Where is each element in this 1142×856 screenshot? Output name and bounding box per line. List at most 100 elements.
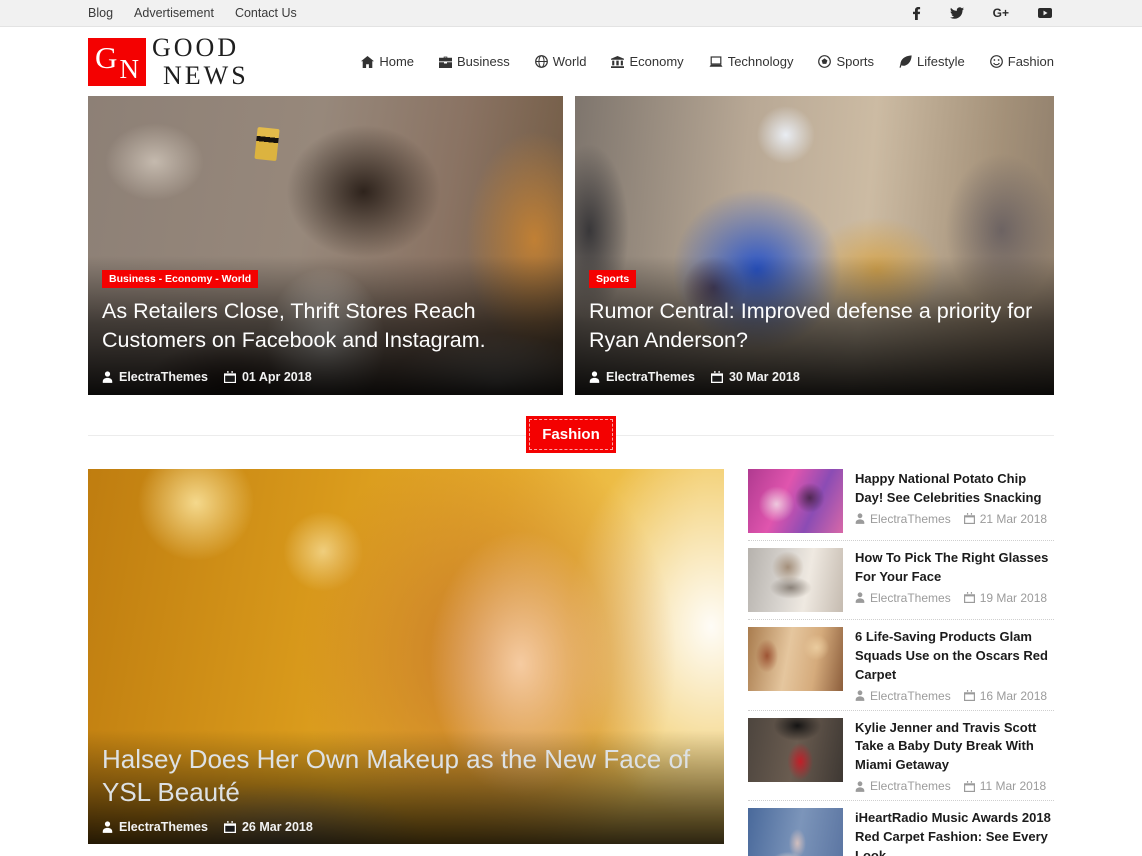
author-icon xyxy=(102,821,113,833)
author-name: ElectraThemes xyxy=(119,370,208,384)
sidebar-article-potato-chip: Happy National Potato Chip Day! See Cele… xyxy=(748,469,1054,541)
author-name: ElectraThemes xyxy=(119,820,208,834)
fashion-sidebar: Happy National Potato Chip Day! See Cele… xyxy=(748,469,1054,856)
laptop-icon xyxy=(709,56,723,68)
featured-overlay: Sports Rumor Central: Improved defense a… xyxy=(575,256,1054,395)
publish-date: 11 Mar 2018 xyxy=(980,779,1047,793)
author-icon xyxy=(102,371,113,383)
publish-date: 30 Mar 2018 xyxy=(729,370,800,384)
author-name: ElectraThemes xyxy=(870,512,951,526)
publish-date: 16 Mar 2018 xyxy=(980,689,1047,703)
author-icon xyxy=(855,592,865,603)
author-name: ElectraThemes xyxy=(870,689,951,703)
nav-item-fashion[interactable]: Fashion xyxy=(990,54,1054,69)
sidebar-article-glam-squads: 6 Life-Saving Products Glam Squads Use o… xyxy=(748,627,1054,711)
sidebar-thumbnail[interactable] xyxy=(748,718,843,782)
credit-card-prop xyxy=(254,127,279,161)
featured-section: Business - Economy - World As Retailers … xyxy=(88,96,1054,395)
fashion-content-row: Halsey Does Her Own Makeup as the New Fa… xyxy=(88,469,1054,856)
sidebar-article-glasses: How To Pick The Right Glasses For Your F… xyxy=(748,548,1054,620)
calendar-icon xyxy=(964,781,975,792)
fashion-main-title[interactable]: Halsey Does Her Own Makeup as the New Fa… xyxy=(102,743,710,808)
soccer-ball-icon xyxy=(818,55,831,68)
smiley-icon xyxy=(990,55,1003,68)
publish-date: 01 Apr 2018 xyxy=(242,370,312,384)
article-meta: ElectraThemes 16 Mar 2018 xyxy=(855,689,1054,703)
featured-overlay: Business - Economy - World As Retailers … xyxy=(88,256,563,395)
sidebar-thumbnail[interactable] xyxy=(748,548,843,612)
author-icon xyxy=(855,513,865,524)
topbar-link-contact-us[interactable]: Contact Us xyxy=(235,6,297,20)
fashion-section-header: Fashion xyxy=(88,419,1054,450)
sidebar-thumbnail[interactable] xyxy=(748,627,843,691)
sidebar-article-kylie-jenner: Kylie Jenner and Travis Scott Take a Bab… xyxy=(748,718,1054,802)
google-plus-icon[interactable]: G+ xyxy=(993,7,1009,19)
nav-item-world[interactable]: World xyxy=(535,54,587,69)
youtube-icon[interactable] xyxy=(1038,8,1052,19)
author-name: ElectraThemes xyxy=(606,370,695,384)
publish-date: 26 Mar 2018 xyxy=(242,820,313,834)
sidebar-article-title[interactable]: iHeartRadio Music Awards 2018 Red Carpet… xyxy=(855,809,1054,856)
author-name: ElectraThemes xyxy=(870,779,951,793)
nav-item-lifestyle[interactable]: Lifestyle xyxy=(899,54,965,69)
author-icon xyxy=(855,690,865,701)
bank-icon xyxy=(611,56,624,68)
article-meta: ElectraThemes 01 Apr 2018 xyxy=(102,370,549,384)
home-icon xyxy=(361,56,374,68)
site-title: GOOD NEWS xyxy=(152,35,249,89)
sidebar-article-title[interactable]: 6 Life-Saving Products Glam Squads Use o… xyxy=(855,628,1054,685)
featured-title[interactable]: Rumor Central: Improved defense a priori… xyxy=(589,297,1040,354)
site-header: G N GOOD NEWS Home Business xyxy=(0,27,1142,96)
calendar-icon xyxy=(964,592,975,603)
nav-item-sports[interactable]: Sports xyxy=(818,54,874,69)
facebook-icon[interactable] xyxy=(912,7,921,20)
article-meta: ElectraThemes 30 Mar 2018 xyxy=(589,370,1040,384)
article-meta: ElectraThemes 11 Mar 2018 xyxy=(855,779,1054,793)
topbar-link-advertisement[interactable]: Advertisement xyxy=(134,6,214,20)
social-links: G+ xyxy=(912,7,1054,20)
featured-title[interactable]: As Retailers Close, Thrift Stores Reach … xyxy=(102,297,549,354)
publish-date: 21 Mar 2018 xyxy=(980,512,1047,526)
fashion-section-badge: Fashion xyxy=(529,419,613,450)
topbar-links: Blog Advertisement Contact Us xyxy=(88,6,297,20)
globe-icon xyxy=(535,55,548,68)
logo-mark: G N xyxy=(88,38,146,86)
publish-date: 19 Mar 2018 xyxy=(980,591,1047,605)
author-icon xyxy=(855,781,865,792)
page: Blog Advertisement Contact Us G+ xyxy=(0,0,1142,856)
category-badge[interactable]: Business - Economy - World xyxy=(102,270,258,288)
topbar-link-blog[interactable]: Blog xyxy=(88,6,113,20)
article-meta: ElectraThemes 19 Mar 2018 xyxy=(855,591,1054,605)
fashion-main-article[interactable]: Halsey Does Her Own Makeup as the New Fa… xyxy=(88,469,724,844)
calendar-icon xyxy=(224,371,236,383)
site-logo[interactable]: G N GOOD NEWS xyxy=(88,35,249,89)
sidebar-article-title[interactable]: Happy National Potato Chip Day! See Cele… xyxy=(855,470,1054,508)
sidebar-article-title[interactable]: How To Pick The Right Glasses For Your F… xyxy=(855,549,1054,587)
author-icon xyxy=(589,371,600,383)
sidebar-article-iheartradio: iHeartRadio Music Awards 2018 Red Carpet… xyxy=(748,808,1054,856)
calendar-icon xyxy=(964,690,975,701)
sidebar-article-title[interactable]: Kylie Jenner and Travis Scott Take a Bab… xyxy=(855,719,1054,776)
sidebar-thumbnail[interactable] xyxy=(748,808,843,856)
calendar-icon xyxy=(224,821,236,833)
main-navigation: Home Business World Economy Technology xyxy=(361,54,1054,69)
author-name: ElectraThemes xyxy=(870,591,951,605)
fashion-main-overlay: Halsey Does Her Own Makeup as the New Fa… xyxy=(88,730,724,844)
nav-item-economy[interactable]: Economy xyxy=(611,54,683,69)
featured-article-rumor-central[interactable]: Sports Rumor Central: Improved defense a… xyxy=(575,96,1054,395)
briefcase-icon xyxy=(439,56,452,68)
calendar-icon xyxy=(711,371,723,383)
sidebar-thumbnail[interactable] xyxy=(748,469,843,533)
twitter-icon[interactable] xyxy=(950,7,964,19)
main-content: Business - Economy - World As Retailers … xyxy=(88,96,1054,856)
nav-item-business[interactable]: Business xyxy=(439,54,510,69)
calendar-icon xyxy=(964,513,975,524)
article-meta: ElectraThemes 26 Mar 2018 xyxy=(102,820,710,834)
article-meta: ElectraThemes 21 Mar 2018 xyxy=(855,512,1054,526)
category-badge[interactable]: Sports xyxy=(589,270,636,288)
nav-item-technology[interactable]: Technology xyxy=(709,54,794,69)
leaf-icon xyxy=(899,55,912,68)
nav-item-home[interactable]: Home xyxy=(361,54,414,69)
featured-article-thrift-stores[interactable]: Business - Economy - World As Retailers … xyxy=(88,96,563,395)
topbar: Blog Advertisement Contact Us G+ xyxy=(0,0,1142,27)
